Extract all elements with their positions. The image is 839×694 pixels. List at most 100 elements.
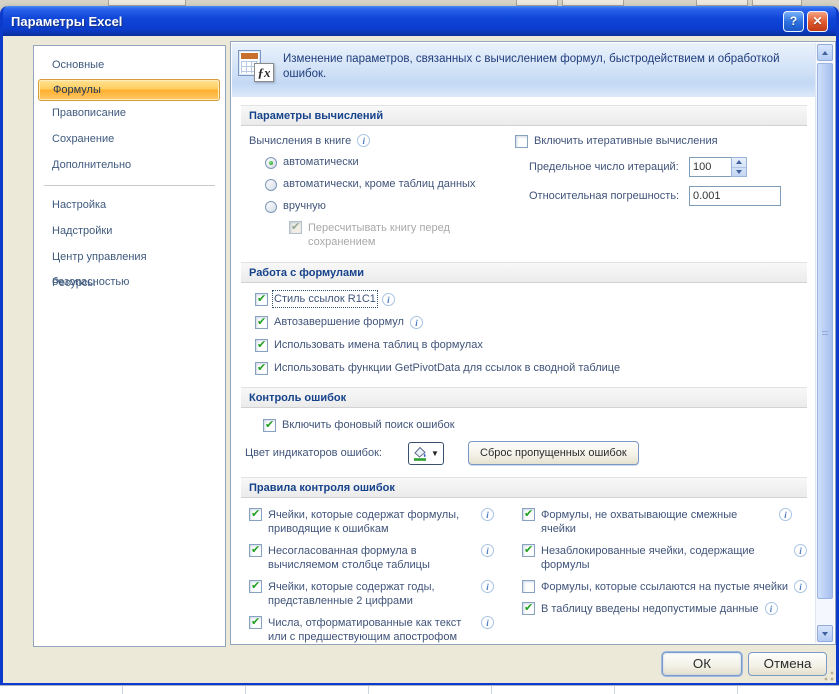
rule-label[interactable]: Несогласованная формула в вычисляемом ст… — [268, 544, 475, 572]
getpivotdata-label[interactable]: Использовать функции GetPivotData для сс… — [274, 361, 620, 375]
radio-row-manual[interactable]: вручную — [265, 199, 509, 213]
rule-label[interactable]: Формулы, не охватывающие смежные ячейки — [541, 508, 773, 536]
formula-autocomplete-checkbox[interactable] — [255, 316, 268, 329]
paint-bucket-icon — [411, 445, 429, 462]
rule-two-digit-years[interactable]: Ячейки, которые содержат годы, представл… — [249, 580, 518, 608]
rule-unlocked-cells-with-formulas[interactable]: Незаблокированные ячейки, содержащие фор… — [522, 544, 807, 572]
formula-autocomplete-label[interactable]: Автозавершение формул — [274, 315, 404, 329]
recalc-before-save-row: Пересчитывать книгу перед сохранением — [289, 221, 489, 249]
screen: Параметры Excel ? ✕ Основные Формулы Пра… — [0, 0, 839, 694]
radio-automatic-except-tables[interactable] — [265, 179, 277, 191]
checkbox[interactable] — [249, 544, 262, 557]
rule-invalid-table-data[interactable]: В таблицу введены недопустимые данные i — [522, 602, 807, 616]
scroll-down-button[interactable] — [817, 625, 833, 642]
cancel-button[interactable]: Отмена — [748, 652, 827, 676]
workbook-calculation-label: Вычисления в книге — [249, 134, 351, 148]
resize-grip[interactable] — [824, 671, 834, 681]
checkbox[interactable] — [249, 616, 262, 629]
rule-formulas-referring-empty-cells[interactable]: Формулы, которые ссылаются на пустые яче… — [522, 580, 807, 594]
sidebar-item-proofing[interactable]: Правописание — [34, 101, 225, 127]
rule-label[interactable]: В таблицу введены недопустимые данные — [541, 602, 759, 616]
sidebar-item-customize[interactable]: Настройка — [34, 193, 225, 219]
table-names-checkbox[interactable] — [255, 339, 268, 352]
r1c1-style-row[interactable]: Стиль ссылок R1C1 i — [255, 292, 807, 306]
radio-automatic[interactable] — [265, 157, 277, 169]
checkbox[interactable] — [249, 508, 262, 521]
precision-label: Относительная погрешность: — [529, 190, 689, 202]
section-header-error-rules: Правила контроля ошибок — [241, 477, 807, 498]
radio-label[interactable]: автоматически, кроме таблиц данных — [283, 177, 475, 191]
radio-label[interactable]: автоматически — [283, 155, 359, 169]
dialog-titlebar[interactable]: Параметры Excel ? ✕ — [3, 6, 836, 36]
category-sidebar: Основные Формулы Правописание Сохранение… — [33, 45, 226, 647]
max-iterations-input[interactable] — [689, 157, 731, 177]
info-icon: i — [765, 602, 778, 615]
radio-label[interactable]: вручную — [283, 199, 326, 213]
checkbox[interactable] — [522, 580, 535, 593]
iterative-calculation-checkbox[interactable] — [515, 135, 528, 148]
getpivotdata-row[interactable]: Использовать функции GetPivotData для сс… — [255, 361, 807, 375]
section-header-calculation: Параметры вычислений — [241, 105, 807, 126]
checkbox[interactable] — [522, 508, 535, 521]
sidebar-item-general[interactable]: Основные — [34, 53, 225, 79]
rule-label[interactable]: Ячейки, которые содержат формулы, привод… — [268, 508, 475, 536]
checkbox[interactable] — [522, 602, 535, 615]
rule-numbers-as-text[interactable]: Числа, отформатированные как текст или с… — [249, 616, 518, 644]
scroll-up-button[interactable] — [817, 44, 833, 61]
info-icon: i — [382, 293, 395, 306]
radio-row-automatic[interactable]: автоматически — [265, 155, 509, 169]
r1c1-style-label[interactable]: Стиль ссылок R1C1 — [274, 292, 376, 306]
table-names-label[interactable]: Использовать имена таблиц в формулах — [274, 338, 483, 352]
reset-ignored-errors-button[interactable]: Сброс пропущенных ошибок — [468, 441, 639, 465]
rule-label[interactable]: Ячейки, которые содержат годы, представл… — [268, 580, 475, 608]
dialog-title: Параметры Excel — [11, 14, 122, 29]
info-icon: i — [481, 616, 494, 629]
recalc-before-save-label: Пересчитывать книгу перед сохранением — [308, 221, 489, 249]
table-names-row[interactable]: Использовать имена таблиц в формулах — [255, 338, 807, 352]
rule-label[interactable]: Числа, отформатированные как текст или с… — [268, 616, 475, 644]
error-indicator-color-dropdown[interactable]: ▼ — [408, 442, 444, 465]
max-iterations-label: Предельное число итераций: — [529, 161, 689, 173]
rule-cells-with-error-formulas[interactable]: Ячейки, которые содержат формулы, привод… — [249, 508, 518, 536]
iterative-calculation-group: Включить итеративные вычисления Предельн… — [509, 134, 807, 249]
sidebar-item-trust-center[interactable]: Центр управления безопасностью — [34, 245, 225, 271]
rule-formulas-omit-adjacent-cells[interactable]: Формулы, не охватывающие смежные ячейки … — [522, 508, 807, 536]
max-iterations-row: Предельное число итераций: — [515, 157, 807, 177]
page-banner: ƒx Изменение параметров, связанных с выч… — [232, 43, 834, 97]
help-button[interactable]: ? — [783, 11, 804, 32]
sidebar-item-resources[interactable]: Ресурсы — [34, 271, 225, 297]
info-icon: i — [410, 316, 423, 329]
info-icon: i — [794, 580, 807, 593]
vertical-scrollbar[interactable] — [815, 43, 834, 643]
background-error-checking-checkbox[interactable] — [263, 419, 276, 432]
ok-button[interactable]: ОК — [662, 652, 742, 676]
sidebar-item-advanced[interactable]: Дополнительно — [34, 153, 225, 179]
sidebar-item-formulas[interactable]: Формулы — [38, 79, 220, 101]
rule-inconsistent-calculated-column[interactable]: Несогласованная формула в вычисляемом ст… — [249, 544, 518, 572]
rule-label[interactable]: Формулы, которые ссылаются на пустые яче… — [541, 580, 788, 594]
scroll-content: Параметры вычислений Вычисления в книге … — [231, 105, 835, 645]
radio-manual[interactable] — [265, 201, 277, 213]
checkbox[interactable] — [249, 580, 262, 593]
checkbox[interactable] — [522, 544, 535, 557]
rule-label[interactable]: Незаблокированные ячейки, содержащие фор… — [541, 544, 788, 572]
sidebar-divider — [44, 185, 215, 186]
getpivotdata-checkbox[interactable] — [255, 362, 268, 375]
background-error-checking-row[interactable]: Включить фоновый поиск ошибок — [263, 418, 807, 432]
background-error-checking-label[interactable]: Включить фоновый поиск ошибок — [282, 418, 455, 432]
sidebar-item-addins[interactable]: Надстройки — [34, 219, 225, 245]
r1c1-style-checkbox[interactable] — [255, 293, 268, 306]
radio-row-automatic-except-tables[interactable]: автоматически, кроме таблиц данных — [265, 177, 509, 191]
spin-up-button[interactable] — [732, 158, 746, 167]
iterative-checkbox-row[interactable]: Включить итеративные вычисления — [515, 134, 807, 148]
info-icon: i — [357, 134, 370, 147]
iterative-calculation-label[interactable]: Включить итеративные вычисления — [534, 134, 718, 148]
formula-autocomplete-row[interactable]: Автозавершение формул i — [255, 315, 807, 329]
section-header-working-with-formulas: Работа с формулами — [241, 262, 807, 283]
sidebar-item-save[interactable]: Сохранение — [34, 127, 225, 153]
indicator-color-row: Цвет индикаторов ошибок: ▼ Сброс пропуще… — [245, 441, 807, 465]
close-button[interactable]: ✕ — [807, 11, 828, 32]
precision-input[interactable] — [689, 186, 781, 206]
scrollbar-thumb[interactable] — [817, 63, 833, 599]
spin-down-button[interactable] — [732, 167, 746, 177]
